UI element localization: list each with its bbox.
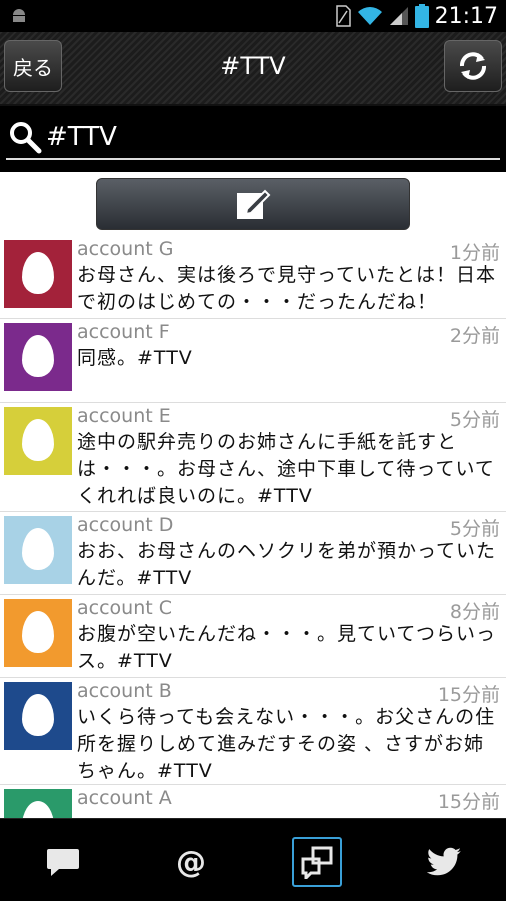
tab-twitter[interactable] <box>420 837 470 887</box>
timestamp: 2分前 <box>449 325 500 347</box>
tweet-text: お母さん、実は後ろで見守っていたとは！日本で初のはじめての・・・だったんだね！ <box>77 264 497 313</box>
search-underline <box>6 158 500 160</box>
account-name: account B <box>77 680 172 702</box>
compose-icon <box>237 189 271 219</box>
avatar[interactable] <box>4 516 72 584</box>
battery-icon <box>414 4 429 28</box>
clock: 21:17 <box>434 3 498 29</box>
tweet-text: 途中の駅弁売りのお姉さんに手紙を託すとは・・・。お母さん、途中下車して待っていて… <box>77 431 495 507</box>
mention-icon: @ <box>176 844 206 880</box>
avatar[interactable] <box>4 407 72 475</box>
tweet-item[interactable]: account B 15分前 いくら待っても会えない・・・。お父さんの住所を握り… <box>0 678 506 785</box>
tweet-text: おお、お母さんのヘソクリを弟が預かっていたんだ。#TTV <box>77 540 497 589</box>
timestamp: 15分前 <box>437 684 500 706</box>
timestamp: 8分前 <box>449 601 500 623</box>
status-bar: 21:17 <box>0 0 506 32</box>
refresh-button[interactable] <box>444 40 502 92</box>
title-bar: 戻る #TTV <box>0 32 506 106</box>
twitter-bird-icon <box>427 847 461 876</box>
account-name: account F <box>77 321 170 343</box>
tweet-text: いくら待っても会えない・・・。お父さんの住所を握りしめて進みだすその姿 、さすが… <box>77 706 496 782</box>
sim-icon <box>335 5 351 27</box>
timestamp: 1分前 <box>449 242 500 264</box>
tweet-text: 同感。#TTV <box>77 347 193 369</box>
refresh-icon <box>460 52 486 80</box>
avatar[interactable] <box>4 323 72 391</box>
signal-icon <box>389 7 408 25</box>
account-name: account D <box>77 514 174 536</box>
tweet-item[interactable]: account G 1分前 お母さん、実は後ろで見守っていたとは！日本で初のはじ… <box>0 236 506 319</box>
avatar[interactable] <box>4 599 72 667</box>
tweet-text: お腹が空いたんだね・・・。見ていてつらいっス。#TTV <box>77 623 497 672</box>
timestamp: 5分前 <box>449 518 500 540</box>
tweet-item[interactable]: account E 5分前 途中の駅弁売りのお姉さんに手紙を託すとは・・・。お母… <box>0 403 506 512</box>
avatar[interactable] <box>4 240 72 308</box>
search-query[interactable]: #TTV <box>46 122 117 152</box>
page-title: #TTV <box>220 52 286 80</box>
account-name: account G <box>77 238 174 260</box>
tweet-item[interactable]: account C 8分前 お腹が空いたんだね・・・。見ていてつらいっス。#TT… <box>0 595 506 678</box>
search-icon <box>10 122 42 154</box>
tweet-item[interactable]: account D 5分前 おお、お母さんのヘソクリを弟が預かっていたんだ。#T… <box>0 512 506 595</box>
timestamp: 5分前 <box>449 409 500 431</box>
account-name: account A <box>77 787 172 809</box>
android-icon <box>13 9 25 22</box>
tab-mentions[interactable]: @ <box>166 837 216 887</box>
timestamp: 15分前 <box>437 791 500 813</box>
tab-search[interactable] <box>292 837 342 887</box>
compose-button[interactable] <box>96 178 410 230</box>
search-bar[interactable]: #TTV <box>0 106 506 172</box>
speech-bubble-icon <box>47 849 79 876</box>
account-name: account E <box>77 405 171 427</box>
avatar[interactable] <box>4 682 72 750</box>
tab-timeline[interactable] <box>38 837 88 887</box>
avatar[interactable] <box>4 789 72 818</box>
tweet-list[interactable]: account G 1分前 お母さん、実は後ろで見守っていたとは！日本で初のはじ… <box>0 172 506 818</box>
bottom-tab-bar: @ <box>0 818 506 901</box>
account-name: account C <box>77 597 172 619</box>
wifi-icon <box>357 7 382 25</box>
tweet-item[interactable]: account F 2分前 同感。#TTV <box>0 319 506 403</box>
tweet-item[interactable]: account A 15分前 <box>0 785 506 818</box>
search-tweets-icon <box>301 846 333 879</box>
